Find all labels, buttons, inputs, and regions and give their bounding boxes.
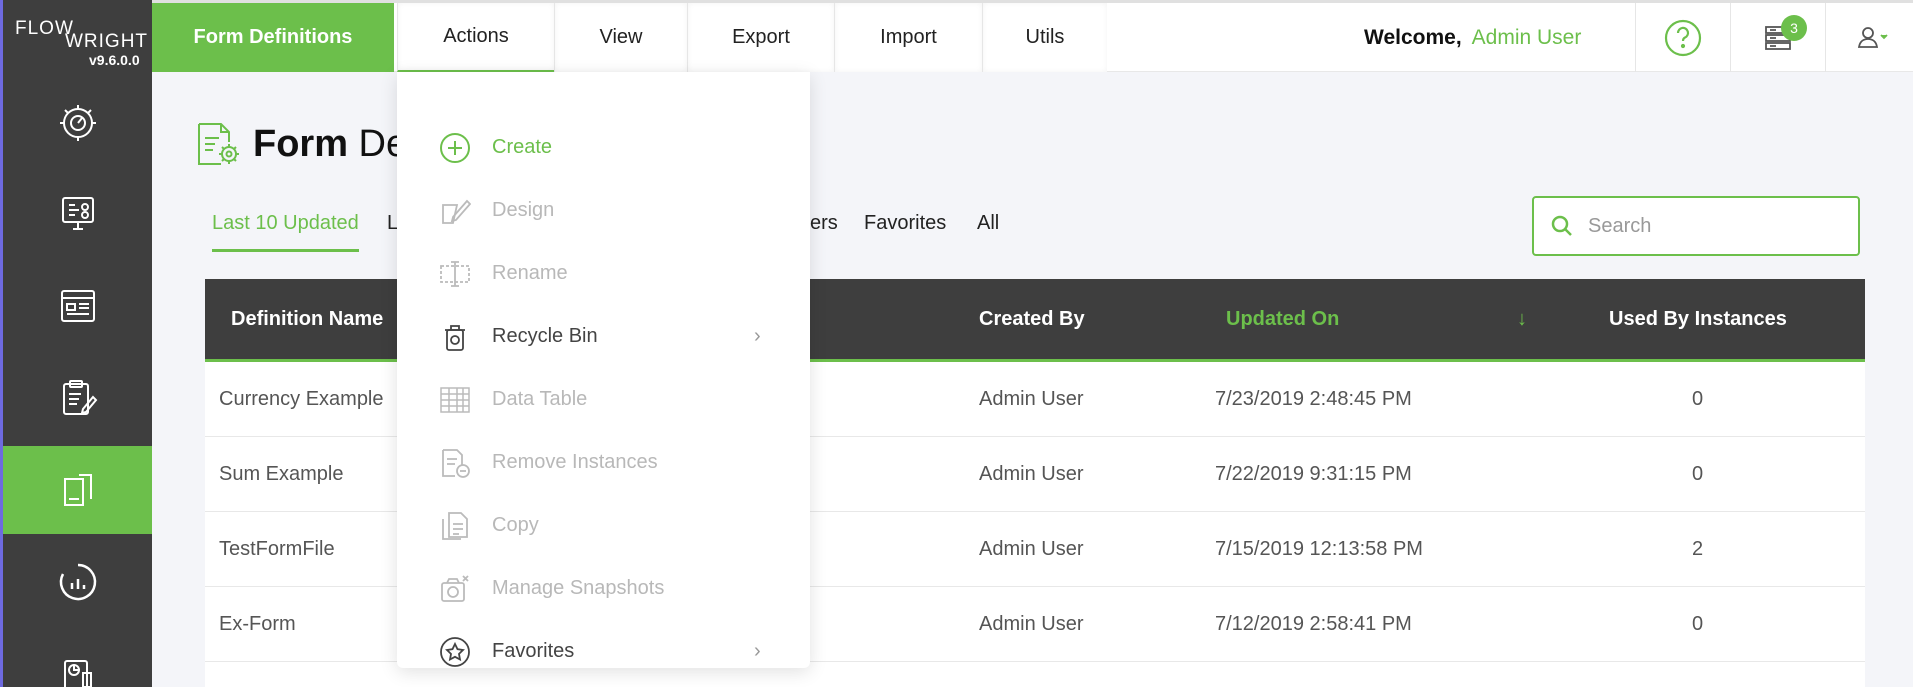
welcome-label: Welcome, <box>1364 25 1462 49</box>
page-title-bold: Form <box>253 122 348 165</box>
form-document-icon <box>63 474 92 506</box>
app-logo[interactable]: FLOW WRIGHT v9.6.0.0 <box>3 0 152 72</box>
reports-icon <box>63 660 92 687</box>
menu-import[interactable]: Import <box>834 3 982 72</box>
menu-item-favorites[interactable]: Favorites › <box>397 620 810 683</box>
notification-badge: 3 <box>1781 15 1807 41</box>
cell-updated-on: 7/22/2019 9:31:15 PM <box>1215 462 1412 485</box>
menu-item-manage-snapshots[interactable]: Manage Snapshots <box>397 557 810 620</box>
analytics-circle-icon <box>59 563 96 601</box>
menu-item-label: Favorites <box>492 640 575 662</box>
cell-definition-name[interactable]: Ex-Form <box>219 587 296 661</box>
sidebar-item-reports[interactable] <box>3 630 152 687</box>
app-version: v9.6.0.0 <box>89 52 140 68</box>
page-header: Form De <box>195 120 407 168</box>
copy-document-icon <box>439 510 471 542</box>
menu-item-label: Create <box>492 136 553 158</box>
chevron-right-icon: › <box>754 640 761 662</box>
cell-created-by: Admin User <box>979 387 1084 410</box>
cell-updated-on: 7/12/2019 2:58:41 PM <box>1215 612 1412 635</box>
menu-item-label: Remove Instances <box>492 451 658 473</box>
menu-item-data-table[interactable]: Data Table <box>397 368 810 431</box>
menu-utils[interactable]: Utils <box>982 3 1107 72</box>
page-title: Form De <box>253 123 407 166</box>
definitions-list-icon <box>60 290 95 322</box>
menu-actions[interactable]: Actions <box>397 3 554 72</box>
actions-dropdown-menu: Create Design Rename Recycle Bin › Data … <box>397 72 810 668</box>
cell-used-by: 2 <box>1692 537 1704 560</box>
clipboard-edit-icon <box>62 380 97 415</box>
menu-item-recycle-bin[interactable]: Recycle Bin › <box>397 305 810 368</box>
sidebar-item-forms[interactable] <box>3 446 152 534</box>
recycle-bin-icon <box>439 321 471 353</box>
cell-definition-name[interactable]: TestFormFile <box>219 512 335 586</box>
column-used-by-instances[interactable]: Used By Instances <box>1609 279 1787 359</box>
cell-used-by: 0 <box>1692 462 1704 485</box>
design-pencil-icon <box>439 195 471 227</box>
chevron-right-icon: › <box>754 325 761 347</box>
cell-updated-on: 7/23/2019 2:48:45 PM <box>1215 387 1412 410</box>
menu-item-copy[interactable]: Copy <box>397 494 810 557</box>
search-icon <box>1551 215 1572 236</box>
cell-updated-on: 7/15/2019 12:13:58 PM <box>1215 537 1423 560</box>
menu-item-label: Manage Snapshots <box>492 577 665 599</box>
help-button[interactable] <box>1635 3 1730 72</box>
user-menu-button[interactable] <box>1825 3 1913 72</box>
sidebar-item-definitions[interactable] <box>3 262 152 350</box>
cell-definition-name[interactable]: Sum Example <box>219 437 344 511</box>
help-icon <box>1664 19 1702 56</box>
user-dropdown-icon <box>1857 26 1888 48</box>
menu-item-label: Rename <box>492 262 568 284</box>
cell-created-by: Admin User <box>979 462 1084 485</box>
logo-line2: WRIGHT <box>65 31 149 52</box>
rename-cursor-icon <box>439 258 471 290</box>
sort-descending-icon[interactable]: ↓ <box>1517 279 1527 359</box>
filter-favorites[interactable]: Favorites <box>864 212 946 235</box>
menu-export[interactable]: Export <box>687 3 834 72</box>
menu-item-rename[interactable]: Rename <box>397 242 810 305</box>
sidebar-item-analytics[interactable] <box>3 538 152 626</box>
menu-item-label: Copy <box>492 514 539 536</box>
column-updated-on[interactable]: Updated On <box>1226 279 1339 359</box>
filter-partial-2[interactable]: ers <box>810 212 838 235</box>
search-input[interactable] <box>1588 214 1828 238</box>
plus-circle-icon <box>439 132 471 164</box>
menu-item-create[interactable]: Create <box>397 116 810 179</box>
filter-last-10-updated[interactable]: Last 10 Updated <box>212 212 359 252</box>
cell-created-by: Admin User <box>979 612 1084 635</box>
cell-definition-name[interactable]: Currency Example <box>219 362 384 436</box>
menu-view[interactable]: View <box>554 3 687 72</box>
menu-item-label: Data Table <box>492 388 588 410</box>
top-navigation-bar: Form Definitions Actions View Export Imp… <box>152 0 1913 72</box>
workflow-monitor-icon <box>61 197 94 230</box>
current-user-name[interactable]: Admin User <box>1472 26 1582 50</box>
star-circle-icon <box>439 636 471 668</box>
menu-item-design[interactable]: Design <box>397 179 810 242</box>
welcome-message: Welcome, Admin User <box>1364 3 1581 72</box>
search-box[interactable] <box>1532 196 1860 256</box>
notifications-button[interactable]: 3 <box>1730 3 1825 72</box>
form-settings-icon <box>198 123 239 165</box>
cell-used-by: 0 <box>1692 612 1704 635</box>
dashboard-gear-icon <box>59 105 96 141</box>
camera-icon <box>439 573 471 605</box>
remove-document-icon <box>439 447 471 479</box>
menu-item-remove-instances[interactable]: Remove Instances <box>397 431 810 494</box>
filter-all[interactable]: All <box>977 212 999 235</box>
sidebar-item-workflows[interactable] <box>3 170 152 258</box>
column-definition-name[interactable]: Definition Name <box>231 279 383 359</box>
cell-created-by: Admin User <box>979 537 1084 560</box>
tab-form-definitions[interactable]: Form Definitions <box>152 3 394 72</box>
sidebar-item-dashboard[interactable] <box>3 78 152 166</box>
table-grid-icon <box>439 384 471 416</box>
menu-item-label: Recycle Bin <box>492 325 598 347</box>
sidebar: FLOW WRIGHT v9.6.0.0 <box>0 0 152 687</box>
cell-used-by: 0 <box>1692 387 1704 410</box>
column-created-by[interactable]: Created By <box>979 279 1085 359</box>
menu-item-label: Design <box>492 199 555 221</box>
sidebar-item-tasks[interactable] <box>3 354 152 442</box>
